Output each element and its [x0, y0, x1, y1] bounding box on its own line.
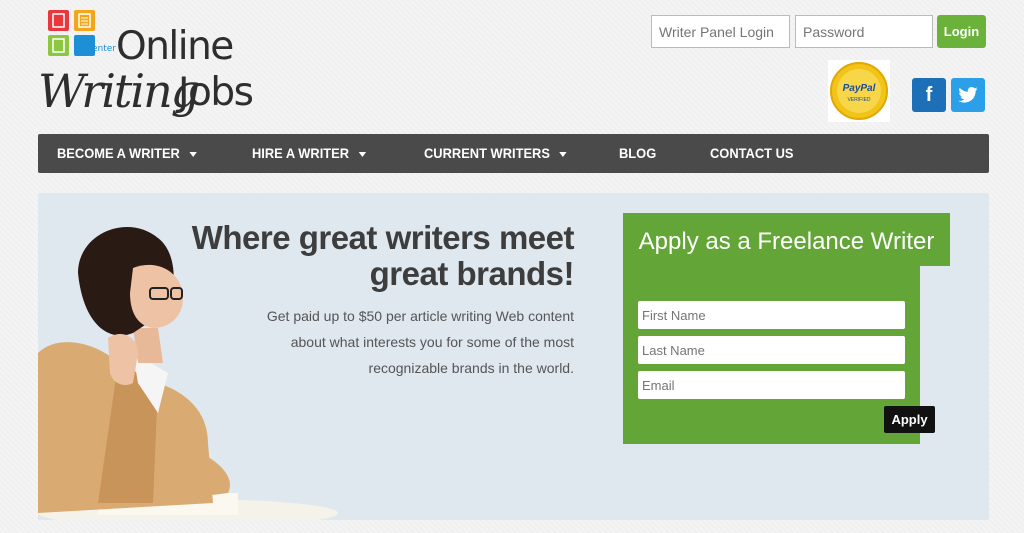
paypal-verified-badge[interactable]: PayPal VERIFIED	[828, 60, 890, 122]
login-button[interactable]: Login	[937, 15, 986, 48]
twitter-icon[interactable]	[951, 78, 985, 112]
apply-form-title: Apply as a Freelance Writer	[623, 213, 950, 266]
apply-button[interactable]: Apply	[884, 406, 935, 433]
hero-banner: Where great writers meet great brands! G…	[38, 193, 989, 520]
logo-writing-text: Writing	[38, 64, 200, 118]
site-logo[interactable]: enter Online Writing Jobs	[38, 6, 270, 122]
apply-form: Apply as a Freelance Writer	[623, 213, 950, 444]
logo-online-text: Online	[116, 24, 234, 69]
nav-contact-us[interactable]: CONTACT US	[710, 134, 793, 173]
facebook-letter: f	[925, 83, 933, 106]
nav-current-writers[interactable]: CURRENT WRITERS	[424, 134, 567, 173]
last-name-field[interactable]	[638, 336, 905, 364]
email-field[interactable]	[638, 371, 905, 399]
facebook-icon[interactable]: f	[912, 78, 946, 112]
chevron-down-icon	[358, 151, 366, 157]
nav-hire-writer[interactable]: HIRE A WRITER	[252, 134, 366, 173]
hero-subtext: Get paid up to $50 per article writing W…	[266, 308, 574, 376]
document-icon	[48, 10, 69, 31]
hero-headline: Where great writers meet great brands!	[188, 219, 575, 292]
chevron-down-icon	[189, 151, 197, 157]
verified-text: VERIFIED	[847, 97, 870, 103]
pages-icon	[48, 35, 69, 56]
nav-label: HIRE A WRITER	[252, 145, 350, 161]
nav-label: CONTACT US	[710, 145, 794, 161]
notes-icon	[74, 10, 95, 31]
nav-blog[interactable]: BLOG	[619, 134, 656, 173]
headline-line: great brands!	[369, 255, 575, 292]
logo-jobs-text: Jobs	[178, 70, 254, 115]
nav-become-writer[interactable]: BECOME A WRITER	[57, 134, 197, 173]
headline-line: Where great writers meet	[191, 219, 575, 256]
nav-label: CURRENT WRITERS	[424, 145, 550, 161]
nav-label: BECOME A WRITER	[57, 145, 180, 161]
main-nav: BECOME A WRITER HIRE A WRITER CURRENT WR…	[38, 134, 989, 173]
password-input[interactable]	[795, 15, 933, 48]
chevron-down-icon	[559, 151, 567, 157]
nav-label: BLOG	[619, 145, 657, 161]
writer-login-input[interactable]	[651, 15, 790, 48]
logo-enter-text: enter	[92, 44, 117, 54]
paypal-text: PayPal	[843, 83, 876, 94]
first-name-field[interactable]	[638, 301, 905, 329]
